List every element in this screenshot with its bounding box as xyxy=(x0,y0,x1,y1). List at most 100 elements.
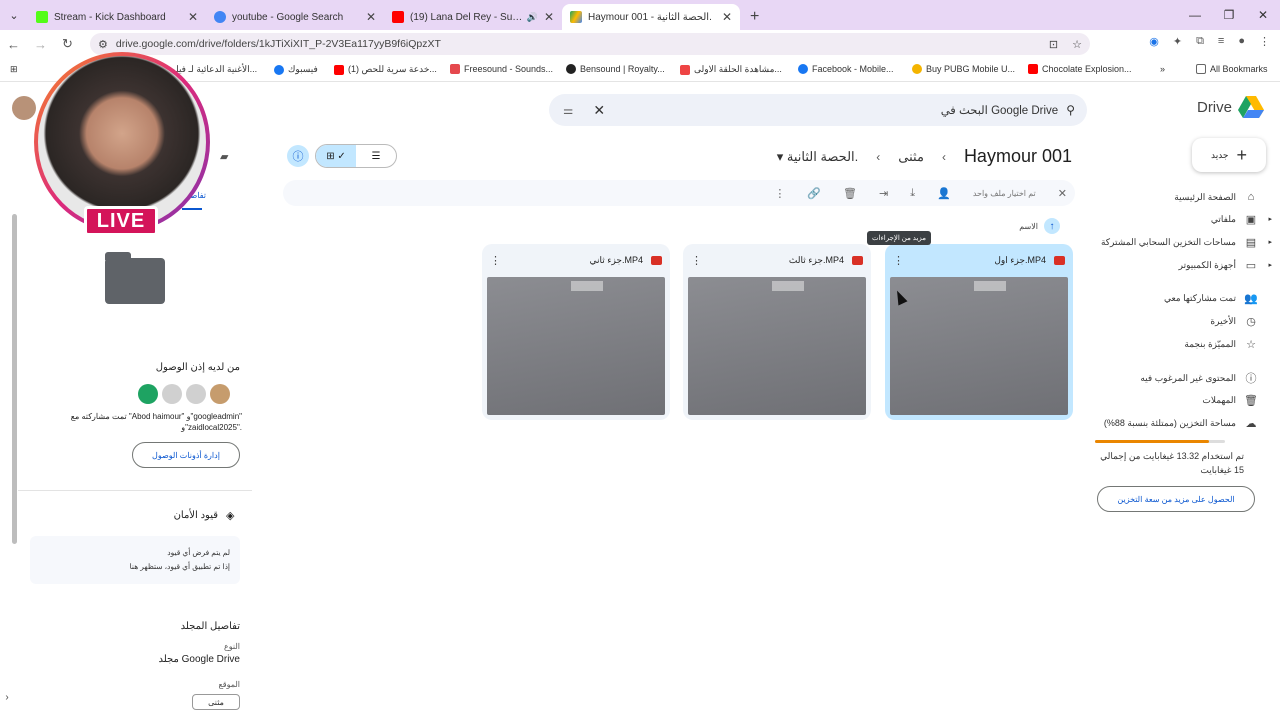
bookmark-item[interactable]: الأغنية الدعائية لـ فيلم... xyxy=(170,64,257,75)
cloud-icon: ☁ xyxy=(1245,417,1257,430)
avatar[interactable] xyxy=(210,384,230,404)
storage-progress-fill xyxy=(1095,440,1210,443)
close-window-icon[interactable]: ✕ xyxy=(1246,0,1280,30)
google-icon xyxy=(214,11,226,23)
folder-shared-icon[interactable]: ▰ xyxy=(220,150,228,163)
new-tab-button[interactable]: + xyxy=(740,8,769,30)
bookmark-item[interactable]: Facebook - Mobile... xyxy=(798,64,894,74)
star-icon[interactable]: ☆ xyxy=(1072,38,1082,51)
reload-icon[interactable]: ↻ xyxy=(54,36,81,52)
speaker-icon[interactable]: 🔊 xyxy=(527,12,538,23)
selection-count: تم اختيار ملف واحد xyxy=(972,188,1036,198)
back-icon[interactable]: ← xyxy=(0,37,27,52)
bookmark-item[interactable]: Freesound - Sounds... xyxy=(450,64,553,74)
link-icon[interactable]: 🔗 xyxy=(807,187,821,200)
maximize-icon[interactable]: ❐ xyxy=(1212,0,1246,30)
bookmark-item[interactable]: مشاهدة الحلقة الاولى... xyxy=(680,64,782,75)
avatar[interactable] xyxy=(162,384,182,404)
avatar[interactable] xyxy=(186,384,206,404)
trash-icon[interactable]: 🗑 xyxy=(843,187,857,200)
file-card[interactable]: ⋮ جزء ثاني.MP4 xyxy=(482,244,670,420)
tooltip: مزيد من الإجراءات xyxy=(867,231,931,245)
facebook-icon xyxy=(274,64,284,75)
drive-logo[interactable]: Drive xyxy=(1197,96,1264,118)
folder-icon xyxy=(105,252,165,304)
tab-youtube[interactable]: (19) Lana Del Rey - Summer🔊✕ xyxy=(384,4,562,30)
bookmark-item[interactable]: Bensound | Royalty... xyxy=(566,64,665,74)
trash-icon: 🗑 xyxy=(1244,394,1258,407)
extension-icon[interactable]: ✦ xyxy=(1173,35,1182,48)
close-icon[interactable]: ✕ xyxy=(188,10,198,24)
location-chip[interactable]: مثنى xyxy=(192,694,240,710)
install-icon[interactable]: ⊡ xyxy=(1049,38,1058,51)
breadcrumb: ▾ الحصة الثانية. ‹ مثنى ‹ Haymour 001 xyxy=(777,146,1072,167)
public-icon[interactable] xyxy=(138,384,158,404)
sort-control[interactable]: الاسم ↑ xyxy=(1019,218,1060,234)
access-description: تمت مشاركته مع "Abod haimour" و"googlead… xyxy=(70,412,242,432)
scrollbar[interactable] xyxy=(12,214,17,544)
search-input[interactable]: البحث في Google Drive xyxy=(941,103,1058,117)
expand-panel-icon[interactable]: › xyxy=(0,692,14,703)
all-bookmarks[interactable]: All Bookmarks xyxy=(1196,64,1268,74)
get-more-storage-button[interactable]: الحصول على مزيد من سعة التخزين xyxy=(1097,486,1255,512)
more-actions-icon[interactable]: ⋮ xyxy=(774,187,785,200)
more-actions-icon[interactable]: ⋮ xyxy=(893,254,904,267)
avatar[interactable] xyxy=(12,96,36,120)
share-icon[interactable]: 👤 xyxy=(937,187,951,200)
close-icon[interactable]: ✕ xyxy=(722,10,732,24)
minimize-icon[interactable]: — xyxy=(1178,0,1212,30)
grid-view-button[interactable]: ⊞ ✓ xyxy=(316,145,356,167)
bookmark-item[interactable]: Buy PUBG Mobile U... xyxy=(912,64,1015,74)
more-actions-icon[interactable]: ⋮ xyxy=(691,254,702,267)
more-actions-icon[interactable]: ⋮ xyxy=(490,254,501,267)
tab-kick[interactable]: Stream - Kick Dashboard ✕ xyxy=(28,4,206,30)
move-icon[interactable]: ⇥ xyxy=(879,187,888,200)
video-icon xyxy=(852,255,863,265)
search-bar[interactable]: ⚌ ✕ البحث في Google Drive ⚲ xyxy=(549,94,1087,126)
breadcrumb-current[interactable]: ▾ الحصة الثانية. xyxy=(777,149,859,165)
folder-icon xyxy=(1196,64,1206,74)
forward-icon[interactable]: → xyxy=(27,37,54,52)
apps-icon[interactable]: ⊞ xyxy=(10,64,18,75)
search-options-icon[interactable]: ⚌ xyxy=(563,103,573,117)
bookmarks-bar: ⊞ الأغنية الدعائية لـ فيلم... فيسبوك (1)… xyxy=(0,58,1280,82)
kebab-menu-icon[interactable]: ⋮ xyxy=(1259,35,1270,48)
folder-details-title: تفاصيل المجلد xyxy=(180,621,240,632)
tab-drive[interactable]: Haymour 001 - الحصة الثانية. ✕ xyxy=(562,4,740,30)
bookmark-item[interactable]: فيسبوك xyxy=(274,64,318,75)
list-view-button[interactable]: ☰ xyxy=(356,145,396,167)
profile-icon[interactable]: ● xyxy=(1238,35,1245,48)
address-bar-row: ← → ↻ ⚙ drive.google.com/drive/folders/1… xyxy=(0,30,1280,58)
divider xyxy=(18,490,252,491)
info-icon[interactable]: ⓘ xyxy=(287,145,309,167)
pubg-icon xyxy=(912,64,922,74)
drive-icon xyxy=(570,11,582,23)
close-selection-icon[interactable]: ✕ xyxy=(1058,187,1067,200)
puzzle-icon[interactable]: ⧉ xyxy=(1196,35,1204,48)
close-icon[interactable]: ✕ xyxy=(366,10,376,24)
breadcrumb-root[interactable]: Haymour 001 xyxy=(964,146,1072,167)
extension-icon[interactable]: ◉ xyxy=(1149,35,1159,48)
expand-arrow-icon[interactable]: ▸ xyxy=(1268,261,1272,269)
bensound-icon xyxy=(566,64,576,74)
url-field[interactable]: ⚙ drive.google.com/drive/folders/1kJTiXi… xyxy=(90,33,1090,55)
download-icon[interactable]: ⤓ xyxy=(910,187,915,200)
expand-arrow-icon[interactable]: ▸ xyxy=(1268,215,1272,223)
new-button[interactable]: جديد + xyxy=(1192,138,1266,172)
breadcrumb-item[interactable]: مثنى xyxy=(898,149,924,165)
chevron-right-icon[interactable]: » xyxy=(1160,64,1165,74)
bookmark-item[interactable]: Chocolate Explosion... xyxy=(1028,64,1132,74)
close-icon[interactable]: ✕ xyxy=(544,10,554,24)
bookmark-item[interactable]: (1) خدعة سرية للحص... xyxy=(334,64,437,75)
file-card-selected[interactable]: ⋮ جزء اول.MP4 xyxy=(885,244,1073,420)
arrow-up-icon[interactable]: ↑ xyxy=(1044,218,1060,234)
expand-arrow-icon[interactable]: ▸ xyxy=(1268,238,1272,246)
clear-search-icon[interactable]: ✕ xyxy=(593,102,605,119)
site-info-icon[interactable]: ⚙ xyxy=(98,38,108,51)
search-icon[interactable]: ⚲ xyxy=(1066,103,1075,117)
file-card[interactable]: ⋮ جزء ثالث.MP4 xyxy=(683,244,871,420)
manage-access-button[interactable]: إدارة أذونات الوصول xyxy=(132,442,240,468)
tab-google-search[interactable]: youtube - Google Search ✕ xyxy=(206,4,384,30)
tab-search-icon[interactable]: ⌄ xyxy=(0,0,28,30)
media-icon[interactable]: ≡ xyxy=(1218,35,1224,48)
